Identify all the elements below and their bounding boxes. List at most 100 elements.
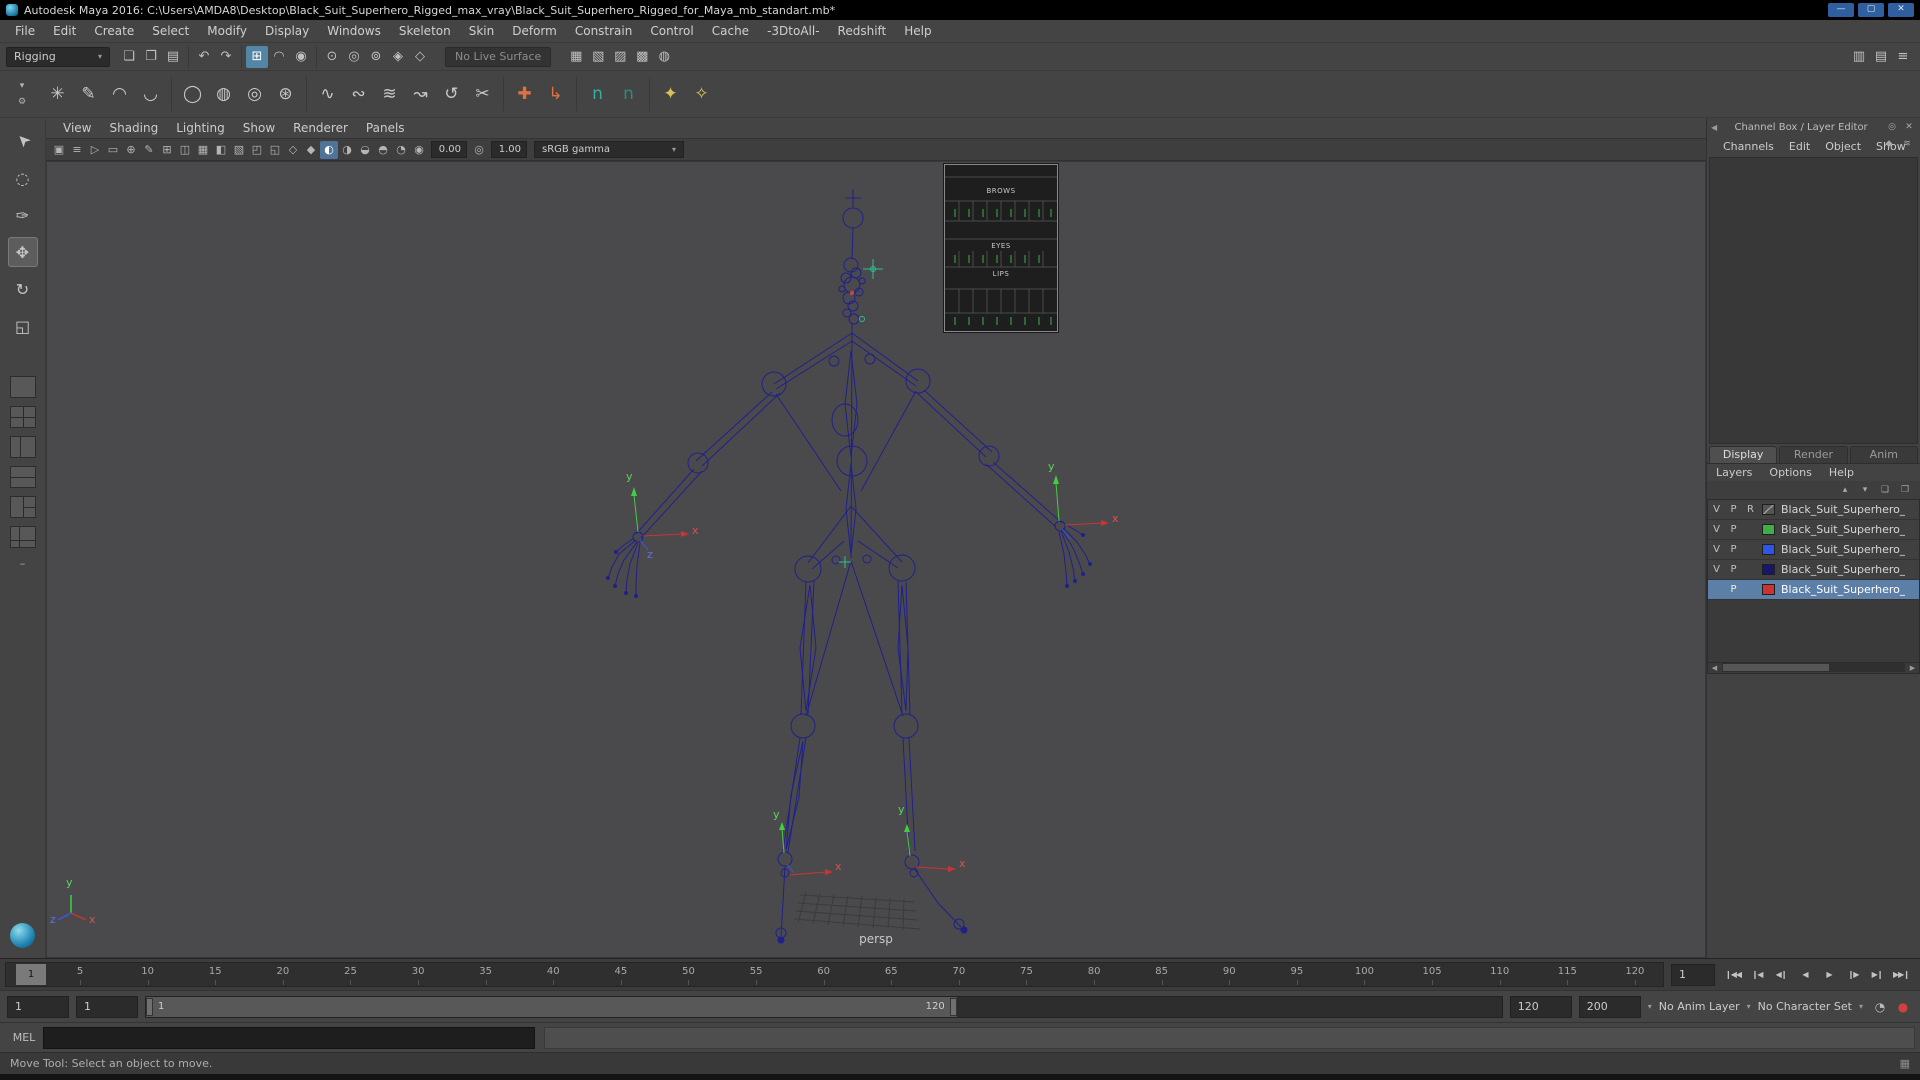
menu-constrain[interactable]: Constrain — [566, 20, 642, 42]
close-button[interactable]: ✕ — [1888, 3, 1914, 17]
layer-row[interactable]: P Black_Suit_Superhero_ — [1708, 579, 1919, 600]
redo-icon[interactable]: ↷ — [215, 46, 237, 68]
scroll-left-icon[interactable]: ◀ — [1708, 664, 1721, 672]
image-plane-icon[interactable]: ▭ — [104, 141, 122, 159]
rotate-tool-icon[interactable]: ↻ — [8, 274, 38, 304]
layer-menu-layers[interactable]: Layers — [1716, 466, 1752, 479]
highlight-selection-icon[interactable]: ◈ — [387, 46, 409, 68]
persp-uv-layout-button[interactable] — [9, 526, 36, 548]
layer-menu-help[interactable]: Help — [1829, 466, 1854, 479]
layer-row[interactable]: V P Black_Suit_Superhero_ — [1708, 539, 1919, 560]
layer-visibility-toggle[interactable]: V — [1708, 564, 1725, 575]
menu-skeleton[interactable]: Skeleton — [390, 20, 460, 42]
layer-list-empty-area[interactable] — [1707, 599, 1920, 662]
go-to-start-button[interactable]: ❙◀◀ — [1722, 964, 1744, 986]
layer-color-swatch[interactable] — [1762, 523, 1775, 535]
gear-icon[interactable]: ⚙ — [14, 96, 30, 109]
viewport-menu-lighting[interactable]: Lighting — [167, 121, 234, 135]
layer-color-swatch[interactable] — [1762, 503, 1775, 515]
show-tool-settings-icon[interactable]: ▤ — [1870, 46, 1892, 68]
cut-curve-icon[interactable]: ✂ — [467, 79, 498, 110]
current-frame-field[interactable]: 1 — [1671, 963, 1715, 986]
layer-visibility-toggle[interactable]: V — [1708, 544, 1725, 555]
tab-object[interactable]: Object — [1825, 140, 1861, 153]
attach-curves-icon[interactable]: ∿ — [312, 79, 343, 110]
maximize-button[interactable]: ▢ — [1858, 3, 1884, 17]
go-to-end-button[interactable]: ▶▶❙ — [1890, 964, 1912, 986]
four-pane-layout-button[interactable] — [9, 406, 36, 428]
detach-curves-icon[interactable]: ∾ — [343, 79, 374, 110]
paint-select-tool-icon[interactable]: ✑ — [8, 200, 38, 230]
live-surface-field[interactable]: No Live Surface — [445, 46, 552, 67]
shaded-mode-icon[interactable]: ◆ — [302, 141, 320, 159]
select-camera-icon[interactable]: ▣ — [50, 141, 68, 159]
range-start-handle[interactable] — [146, 997, 153, 1016]
scroll-right-icon[interactable]: ▶ — [1906, 664, 1919, 672]
menu-redshift[interactable]: Redshift — [829, 20, 896, 42]
open-close-curve-icon[interactable]: ↺ — [436, 79, 467, 110]
menu-control[interactable]: Control — [641, 20, 702, 42]
range-slider-track[interactable]: 1 120 — [145, 995, 1503, 1018]
color-space-dropdown[interactable]: sRGB gamma ▾ — [534, 141, 684, 158]
interactive-bind-icon[interactable]: ✧ — [686, 79, 717, 110]
menu-set-dropdown[interactable]: Rigging ▾ — [6, 46, 110, 67]
resolution-gate-icon[interactable]: ▦ — [194, 141, 212, 159]
layer-color-swatch[interactable] — [1762, 543, 1775, 555]
camera-attributes-icon[interactable]: ≡ — [68, 141, 86, 159]
layer-menu-options[interactable]: Options — [1769, 466, 1811, 479]
step-back-frame-button[interactable]: ❙◀ — [1746, 964, 1768, 986]
facial-picker-board[interactable]: BROWS EYES LIPS — [944, 164, 1058, 332]
layer-visibility-toggle[interactable]: V — [1708, 524, 1725, 535]
occlusion-icon[interactable]: ◓ — [374, 141, 392, 159]
bind-skin-icon[interactable]: ✦ — [655, 79, 686, 110]
lights-mode-icon[interactable]: ◑ — [338, 141, 356, 159]
layer-type-toggle[interactable]: R — [1742, 504, 1759, 515]
move-tool-icon[interactable]: ✥ — [7, 237, 38, 267]
timeline-track[interactable]: 1 5 10 15 20 25 30 35 40 45 50 55 60 65 70 75 80 85 90 95 1… — [5, 962, 1664, 987]
anim-layer-dropdown[interactable]: No Anim Layer ▾ — [1659, 1000, 1751, 1013]
playback-start-field[interactable]: 1 — [76, 995, 138, 1018]
undo-icon[interactable]: ↶ — [193, 46, 215, 68]
mel-input[interactable] — [43, 1026, 535, 1049]
menu-skin[interactable]: Skin — [460, 20, 504, 42]
menu-cache[interactable]: Cache — [703, 20, 758, 42]
textured-mode-icon[interactable]: ◐ — [320, 140, 338, 159]
layer-color-swatch[interactable] — [1762, 583, 1775, 595]
command-language-label[interactable]: MEL — [5, 1031, 43, 1044]
viewport-menu-view[interactable]: View — [54, 121, 100, 135]
collapse-panel-icon[interactable]: ◀ — [1711, 123, 1717, 132]
pin-panel-icon[interactable]: ◎ — [1885, 120, 1899, 134]
facial-control-point[interactable] — [850, 291, 854, 295]
channel-stats-icon[interactable]: ≋ — [1900, 137, 1914, 151]
viewport-menu-renderer[interactable]: Renderer — [284, 121, 357, 135]
menu-edit[interactable]: Edit — [44, 20, 85, 42]
layer-row[interactable]: V P Black_Suit_Superhero_ — [1708, 519, 1919, 540]
ep-curve-tool-icon[interactable]: ✳ — [42, 79, 73, 110]
snap-to-grid-icon[interactable]: ⊞ — [246, 45, 268, 68]
new-layer-from-selected-icon[interactable]: ❒ — [1898, 483, 1912, 497]
animation-start-field[interactable]: 1 — [7, 995, 69, 1018]
layer-row[interactable]: V P Black_Suit_Superhero_ — [1708, 559, 1919, 580]
shelf-tabs-icon[interactable]: ▾ — [14, 80, 30, 93]
lasso-tool-icon[interactable]: ◌ — [8, 163, 38, 193]
render-sequence-icon[interactable]: ▩ — [631, 46, 653, 68]
menu-file[interactable]: File — [6, 20, 44, 42]
ik-handle-tool-icon[interactable]: ↳ — [540, 79, 571, 110]
show-channel-box-icon[interactable]: ▥ — [1848, 46, 1870, 68]
hypershade-icon[interactable]: ◍ — [653, 46, 675, 68]
character-set-dropdown[interactable]: No Character Set ▾ — [1758, 1000, 1863, 1013]
quick-help-icon[interactable]: ▦ — [1900, 1057, 1910, 1070]
select-by-type-icon[interactable]: ◇ — [409, 46, 431, 68]
grease-pencil-icon[interactable]: ✎ — [140, 141, 158, 159]
new-scene-icon[interactable]: ❏ — [118, 46, 140, 68]
single-pane-layout-button[interactable] — [9, 376, 36, 398]
step-back-key-button[interactable]: ◀❙ — [1770, 964, 1792, 986]
tab-display[interactable]: Display — [1709, 445, 1778, 463]
move-manipulators[interactable] — [631, 475, 1109, 876]
open-scene-icon[interactable]: ❐ — [140, 46, 162, 68]
step-forward-frame-button[interactable]: ▶❙ — [1866, 964, 1888, 986]
tab-render[interactable]: Render — [1779, 445, 1848, 463]
menu-3dtoall[interactable]: -3DtoAll- — [758, 20, 828, 42]
animation-end-field[interactable]: 200 — [1578, 995, 1641, 1018]
motion-blur-icon[interactable]: ◔ — [392, 141, 410, 159]
